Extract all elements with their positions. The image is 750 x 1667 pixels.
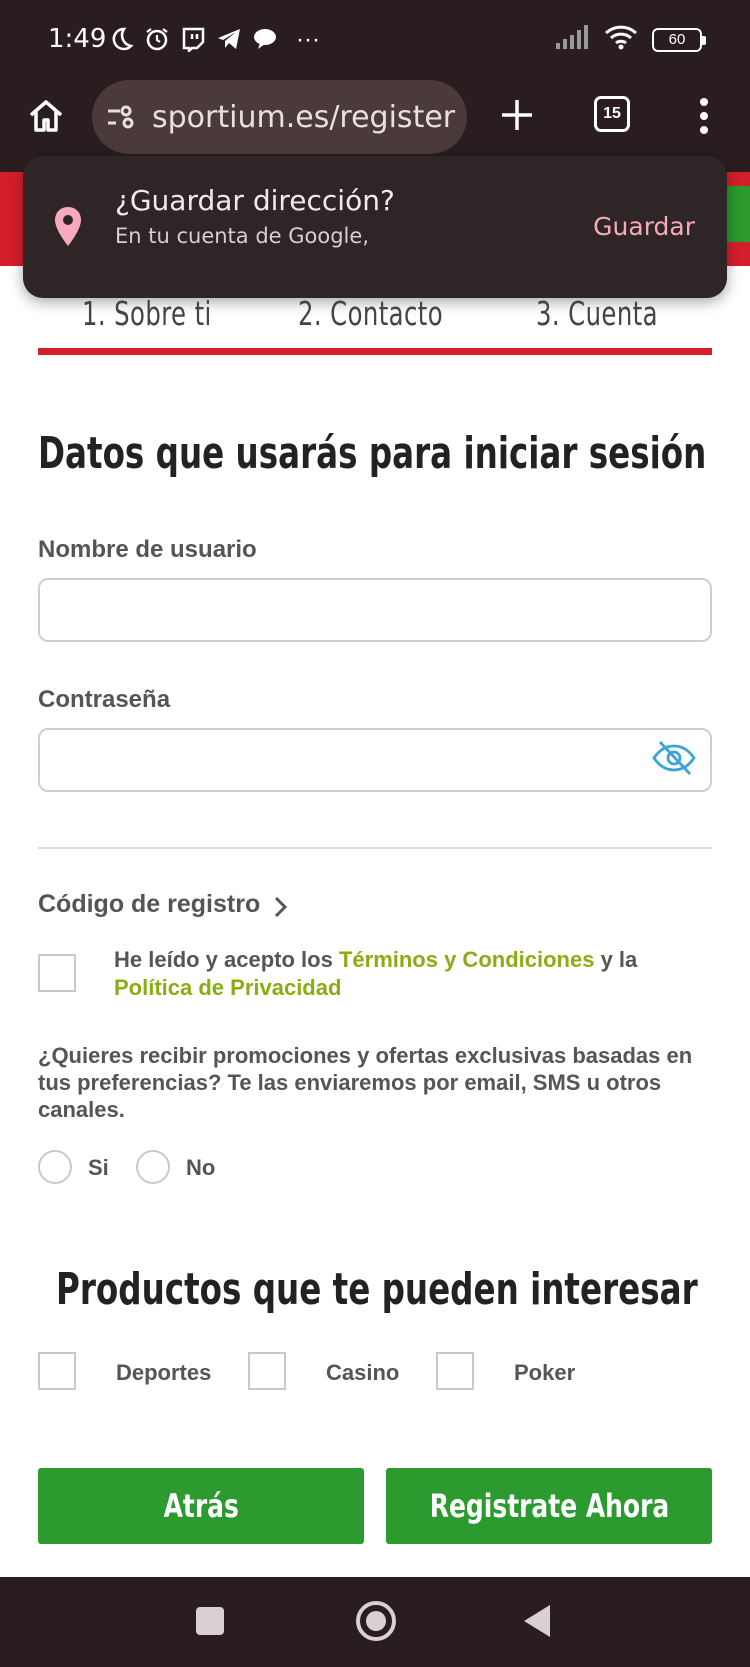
terms-text: He leído y acepto los Términos y Condici… [114,946,674,1002]
address-bar[interactable]: sportium.es/register [92,80,467,154]
wifi-icon [604,24,638,55]
status-time: 1:49 [48,24,107,54]
back-triangle-icon[interactable] [524,1605,550,1637]
twitch-icon [180,26,206,55]
product-poker-label[interactable]: Poker [514,1360,575,1386]
back-button[interactable]: Atrás [38,1468,364,1544]
username-input[interactable] [38,578,712,642]
location-pin-icon [53,206,83,248]
notification-icons: ··· [108,26,320,55]
product-sports-label[interactable]: Deportes [116,1360,211,1386]
promo-question: ¿Quieres recibir promociones y ofertas e… [38,1043,693,1122]
register-button-label: Registrate Ahora [429,1487,669,1525]
home-icon [29,100,63,132]
privacy-link[interactable]: Política de Privacidad [114,975,341,1000]
alarm-icon [144,26,170,52]
system-icons: 60 [556,24,706,55]
steps-progress-bar [38,348,712,355]
promo-yes-label[interactable]: Si [88,1155,109,1181]
browser-menu-button[interactable] [694,94,714,138]
more-notifications: ··· [296,26,320,53]
system-navigation-bar [0,1577,750,1667]
product-casino-label[interactable]: Casino [326,1360,399,1386]
form-heading: Datos que usarás para iniciar sesión [38,428,707,479]
promo-no-label[interactable]: No [186,1155,215,1181]
signal-icon [556,25,590,54]
back-button-label: Atrás [163,1487,239,1525]
more-vert-icon [700,98,708,134]
password-input[interactable] [38,728,712,792]
home-circle-icon[interactable] [356,1601,396,1641]
url-text: sportium.es/register [152,100,456,135]
home-button[interactable] [26,96,66,136]
form-divider [38,847,712,849]
promo-no-radio[interactable] [136,1150,170,1184]
toggle-password-visibility-icon[interactable] [652,740,696,776]
registration-code-toggle[interactable]: Código de registro [38,890,260,919]
product-poker-checkbox[interactable] [436,1352,474,1390]
step-about-you: 1. Sobre ti [82,294,212,333]
product-sports-checkbox[interactable] [38,1352,76,1390]
promo-yes-radio[interactable] [38,1150,72,1184]
telegram-icon [216,26,242,52]
tab-switcher-button[interactable]: 15 [594,96,630,132]
popup-title: ¿Guardar dirección? [115,184,395,217]
terms-prefix: He leído y acepto los [114,947,339,972]
plus-icon [502,100,532,130]
site-settings-icon[interactable] [106,104,136,130]
register-button[interactable]: Registrate Ahora [386,1468,712,1544]
username-label: Nombre de usuario [38,536,257,563]
terms-checkbox[interactable] [38,954,76,992]
terms-middle: y la [594,947,638,972]
save-address-button[interactable]: Guardar [593,212,695,241]
battery-indicator: 60 [652,27,706,52]
moon-icon [108,26,134,52]
chevron-right-icon[interactable] [272,896,290,918]
password-label: Contraseña [38,686,171,713]
products-heading: Productos que te pueden interesar [56,1264,698,1315]
product-casino-checkbox[interactable] [248,1352,286,1390]
new-tab-button[interactable] [498,96,536,134]
save-address-popup[interactable]: ¿Guardar dirección? En tu cuenta de Goog… [23,156,727,298]
registration-steps: 1. Sobre ti 2. Contacto 3. Cuenta [38,294,712,334]
popup-subtitle: En tu cuenta de Google, [115,224,369,248]
terms-link[interactable]: Términos y Condiciones [339,947,595,972]
recents-icon[interactable] [196,1607,224,1635]
status-bar: 1:49 ··· 60 [0,0,750,80]
chat-bubble-icon [252,26,278,52]
step-account: 3. Cuenta [536,294,658,333]
step-contact: 2. Contacto [298,294,444,333]
